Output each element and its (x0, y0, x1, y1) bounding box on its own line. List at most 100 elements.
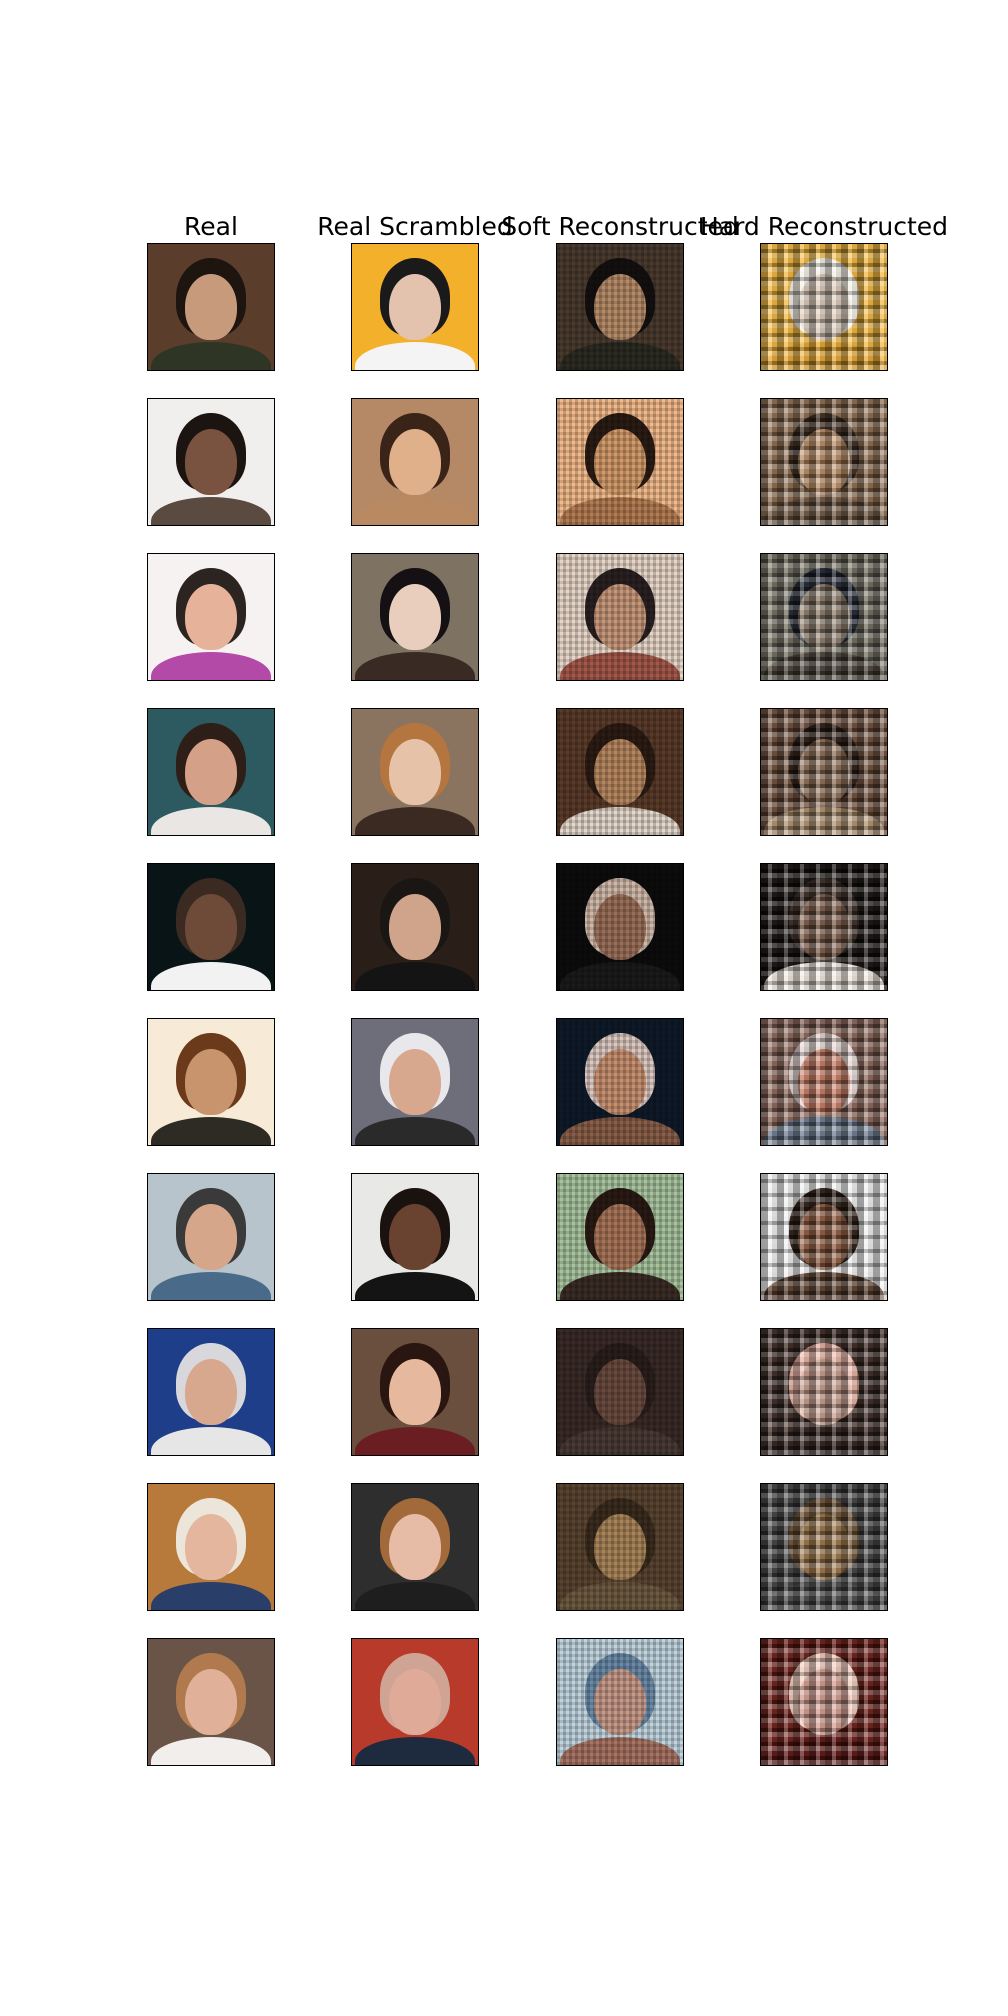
face (389, 739, 441, 805)
reconstruction-blocks (761, 1174, 887, 1300)
face (185, 1669, 237, 1735)
face (185, 1204, 237, 1270)
face (389, 1204, 441, 1270)
face (185, 584, 237, 650)
shoulders (151, 1582, 271, 1610)
face-image-real-scrambled (351, 1173, 479, 1301)
image-grid-figure: Real Real Scrambled Soft Reconstructed Hard… (0, 0, 1008, 2016)
reconstruction-noise (557, 864, 683, 990)
face-image-real (147, 1483, 275, 1611)
reconstruction-noise (557, 1484, 683, 1610)
face-image-hard-reconstructed (760, 1328, 888, 1456)
shoulders (355, 1272, 475, 1300)
reconstruction-blocks (761, 1019, 887, 1145)
face-image-hard-reconstructed (760, 1483, 888, 1611)
face-image-real (147, 1328, 275, 1456)
shoulders (151, 1117, 271, 1145)
shoulders (151, 1427, 271, 1455)
reconstruction-blocks (761, 709, 887, 835)
reconstruction-noise (557, 1174, 683, 1300)
shoulders (355, 962, 475, 990)
face-image-soft-reconstructed (556, 243, 684, 371)
shoulders (151, 497, 271, 525)
face (185, 739, 237, 805)
face-image-real-scrambled (351, 1018, 479, 1146)
face-image-real-scrambled (351, 708, 479, 836)
face (185, 1359, 237, 1425)
shoulders (151, 1737, 271, 1765)
shoulders (355, 1737, 475, 1765)
reconstruction-noise (557, 1329, 683, 1455)
shoulders (355, 342, 475, 370)
face-image-hard-reconstructed (760, 863, 888, 991)
face (185, 1514, 237, 1580)
face-image-hard-reconstructed (760, 1638, 888, 1766)
face (389, 1669, 441, 1735)
face-image-soft-reconstructed (556, 553, 684, 681)
face (185, 429, 237, 495)
shoulders (355, 497, 475, 525)
face (389, 1514, 441, 1580)
reconstruction-noise (557, 1019, 683, 1145)
reconstruction-blocks (761, 244, 887, 370)
face-image-hard-reconstructed (760, 1018, 888, 1146)
face-image-soft-reconstructed (556, 1483, 684, 1611)
shoulders (151, 962, 271, 990)
face (185, 894, 237, 960)
face-image-real-scrambled (351, 1483, 479, 1611)
column-title-real: Real (184, 212, 238, 241)
face-image-real (147, 1173, 275, 1301)
face-image-real (147, 398, 275, 526)
face-image-soft-reconstructed (556, 708, 684, 836)
shoulders (151, 807, 271, 835)
reconstruction-noise (557, 399, 683, 525)
face-image-real (147, 1638, 275, 1766)
reconstruction-blocks (761, 1329, 887, 1455)
shoulders (355, 807, 475, 835)
face-image-soft-reconstructed (556, 1638, 684, 1766)
face-image-real (147, 243, 275, 371)
face-image-real-scrambled (351, 1638, 479, 1766)
face-image-soft-reconstructed (556, 863, 684, 991)
face (185, 274, 237, 340)
face-image-real (147, 553, 275, 681)
reconstruction-noise (557, 554, 683, 680)
reconstruction-blocks (761, 864, 887, 990)
face-image-real-scrambled (351, 553, 479, 681)
shoulders (355, 652, 475, 680)
face (389, 1359, 441, 1425)
face-image-soft-reconstructed (556, 398, 684, 526)
face-image-real-scrambled (351, 243, 479, 371)
reconstruction-blocks (761, 554, 887, 680)
shoulders (355, 1582, 475, 1610)
face (389, 429, 441, 495)
shoulders (151, 1272, 271, 1300)
column-title-real-scrambled: Real Scrambled (317, 212, 513, 241)
face-image-hard-reconstructed (760, 1173, 888, 1301)
face-image-soft-reconstructed (556, 1328, 684, 1456)
shoulders (355, 1427, 475, 1455)
reconstruction-blocks (761, 1484, 887, 1610)
face-image-soft-reconstructed (556, 1018, 684, 1146)
face-image-hard-reconstructed (760, 553, 888, 681)
reconstruction-blocks (761, 399, 887, 525)
face-image-real (147, 708, 275, 836)
face-image-real (147, 1018, 275, 1146)
face (389, 1049, 441, 1115)
reconstruction-noise (557, 709, 683, 835)
face-image-hard-reconstructed (760, 243, 888, 371)
face-image-hard-reconstructed (760, 708, 888, 836)
face-image-real-scrambled (351, 863, 479, 991)
face-image-real-scrambled (351, 1328, 479, 1456)
reconstruction-noise (557, 244, 683, 370)
face (185, 1049, 237, 1115)
shoulders (151, 652, 271, 680)
face-image-hard-reconstructed (760, 398, 888, 526)
shoulders (355, 1117, 475, 1145)
face (389, 894, 441, 960)
column-title-hard-reconstructed: Hard Reconstructed (699, 212, 949, 241)
face-image-real (147, 863, 275, 991)
shoulders (151, 342, 271, 370)
face (389, 584, 441, 650)
reconstruction-blocks (761, 1639, 887, 1765)
